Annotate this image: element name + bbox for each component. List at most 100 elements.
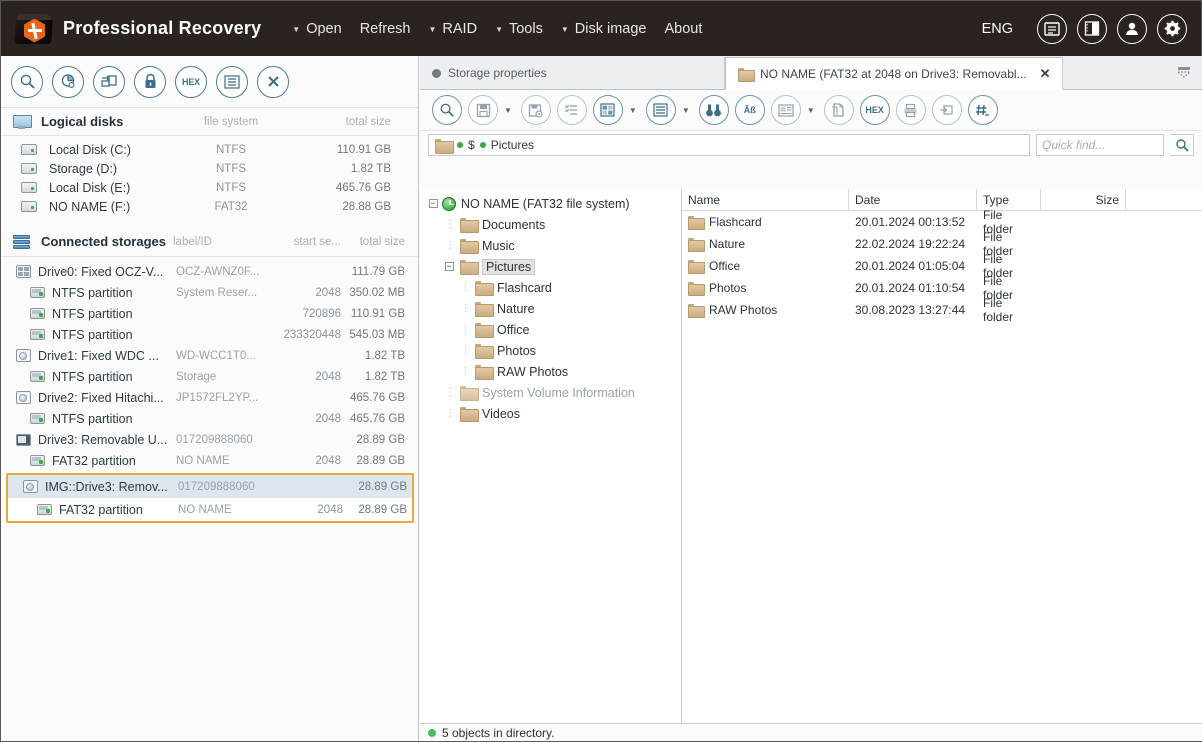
storage-row[interactable]: Drive3: Removable U... 017209888060 28.8… bbox=[1, 429, 418, 450]
chevron-down-icon[interactable]: ▼ bbox=[807, 106, 815, 115]
export-icon[interactable] bbox=[931, 95, 962, 125]
storage-row[interactable]: IMG::Drive3: Remov... 017209888060 28.89… bbox=[8, 475, 412, 498]
table-row[interactable]: Nature 22.02.2024 19:22:24 File folder bbox=[682, 230, 1202, 258]
search-input[interactable]: Quick find... bbox=[1036, 134, 1164, 156]
logical-disk-row[interactable]: Local Disk (E:) NTFS 465.76 GB bbox=[1, 178, 418, 197]
column-header-name[interactable]: Name bbox=[682, 188, 849, 211]
notes-icon[interactable] bbox=[1037, 13, 1067, 44]
preview-icon[interactable] bbox=[770, 95, 801, 125]
partition-icon bbox=[27, 329, 47, 340]
search-icon[interactable] bbox=[1170, 134, 1194, 156]
storage-row[interactable]: Drive2: Fixed Hitachi... JP1572FL2YP... … bbox=[1, 387, 418, 408]
storage-start-sector: 2048 bbox=[315, 454, 341, 467]
text-search-icon[interactable]: Āß bbox=[734, 95, 765, 125]
tree-item-photos[interactable]: ⋮ Photos bbox=[420, 340, 681, 361]
copy-file-icon[interactable] bbox=[823, 95, 854, 125]
column-header-size[interactable]: Size bbox=[1041, 188, 1126, 211]
folder-icon bbox=[475, 365, 494, 380]
tab-no-name-fat32[interactable]: NO NAME (FAT32 at 2048 on Drive3: Remova… bbox=[725, 57, 1064, 90]
lock-icon[interactable] bbox=[134, 65, 166, 98]
tree-item-documents[interactable]: ⋮ Documents bbox=[420, 214, 681, 235]
storage-row[interactable]: NTFS partition 233320448 545.03 MB bbox=[1, 324, 418, 345]
language-selector[interactable]: ENG bbox=[982, 21, 1013, 37]
storage-row[interactable]: Drive0: Fixed OCZ-V... OCZ-AWNZ0F... 111… bbox=[1, 261, 418, 282]
storage-size: 28.89 GB bbox=[358, 480, 407, 493]
storage-row[interactable]: NTFS partition 2048 465.76 GB bbox=[1, 408, 418, 429]
chevron-down-icon[interactable]: ▼ bbox=[682, 106, 690, 115]
tree-item-music[interactable]: ⋮ Music bbox=[420, 235, 681, 256]
menu-disk-image[interactable]: ▼ Disk image bbox=[552, 17, 656, 41]
tree-item-label: RAW Photos bbox=[497, 364, 569, 379]
find-icon[interactable] bbox=[698, 95, 729, 125]
tree-item-flashcard[interactable]: ⋮ Flashcard bbox=[420, 277, 681, 298]
checklist-icon[interactable] bbox=[556, 95, 587, 125]
numbering-icon[interactable] bbox=[967, 95, 998, 125]
hex-icon[interactable]: HEX bbox=[859, 95, 890, 125]
storage-size: 465.76 GB bbox=[350, 412, 405, 425]
file-date: 30.08.2023 13:27:44 bbox=[855, 303, 966, 317]
tree-item-videos[interactable]: ⋮ Videos bbox=[420, 403, 681, 424]
menu-raid[interactable]: ▼ RAID bbox=[419, 17, 486, 41]
explore-icon[interactable] bbox=[432, 95, 462, 125]
disk-file-system: NTFS bbox=[215, 181, 247, 194]
save-icon[interactable] bbox=[468, 95, 498, 125]
storage-stack-icon bbox=[13, 234, 33, 249]
tab-overflow-icon[interactable] bbox=[1176, 66, 1192, 81]
print-icon[interactable] bbox=[895, 95, 926, 125]
analyze-disk-icon[interactable] bbox=[52, 65, 84, 98]
breadcrumb-segment-root[interactable]: $ bbox=[468, 138, 475, 152]
storage-row[interactable]: Drive1: Fixed WDC ... WD-WCC1T0... 1.82 … bbox=[1, 345, 418, 366]
tab-storage-properties[interactable]: Storage properties bbox=[420, 57, 725, 89]
tree-item-raw-photos[interactable]: ⋮ RAW Photos bbox=[420, 361, 681, 382]
disk-file-system: FAT32 bbox=[214, 200, 248, 213]
clone-icon[interactable] bbox=[93, 65, 125, 98]
breadcrumb-segment-pictures[interactable]: Pictures bbox=[491, 138, 534, 152]
user-icon[interactable] bbox=[1117, 13, 1147, 44]
expander-minus-icon[interactable]: − bbox=[442, 262, 456, 271]
expander-minus-icon[interactable]: − bbox=[426, 199, 440, 208]
storage-row[interactable]: FAT32 partition NO NAME 2048 28.89 GB bbox=[8, 498, 412, 521]
tree-item-office[interactable]: ⋮ Office bbox=[420, 319, 681, 340]
grid-view-icon[interactable] bbox=[592, 95, 623, 125]
gear-icon[interactable] bbox=[1157, 13, 1187, 44]
table-row[interactable]: Office 20.01.2024 01:05:04 File folder bbox=[682, 252, 1202, 280]
table-row[interactable]: Flashcard 20.01.2024 00:13:52 File folde… bbox=[682, 208, 1202, 236]
storage-row[interactable]: NTFS partition 720896 110.91 GB bbox=[1, 303, 418, 324]
close-icon[interactable] bbox=[257, 65, 289, 98]
save-options-icon[interactable] bbox=[520, 95, 551, 125]
close-icon[interactable]: ✕ bbox=[1040, 66, 1051, 82]
logical-disks-header: Logical disks file system total size bbox=[1, 108, 418, 136]
list-icon[interactable] bbox=[216, 65, 248, 98]
menu-about[interactable]: About bbox=[655, 17, 711, 41]
file-type: File folder bbox=[983, 296, 1014, 324]
chevron-down-icon[interactable]: ▼ bbox=[504, 106, 512, 115]
menu-tools[interactable]: ▼ Tools bbox=[486, 17, 552, 41]
drive-icon bbox=[21, 182, 43, 193]
hex-icon[interactable]: HEX bbox=[175, 65, 207, 98]
tree-item-pictures[interactable]: − Pictures bbox=[420, 256, 681, 277]
breadcrumb[interactable]: $ Pictures bbox=[428, 134, 1030, 156]
storage-name: FAT32 partition bbox=[52, 453, 136, 468]
folder-icon bbox=[475, 302, 494, 317]
storage-row[interactable]: FAT32 partition NO NAME 2048 28.89 GB bbox=[1, 450, 418, 471]
logical-disk-row[interactable]: Storage (D:) NTFS 1.82 TB bbox=[1, 159, 418, 178]
storage-row[interactable]: NTFS partition System Reser... 2048 350.… bbox=[1, 282, 418, 303]
tree-item-nature[interactable]: ⋮ Nature bbox=[420, 298, 681, 319]
storage-row[interactable]: NTFS partition Storage 2048 1.82 TB bbox=[1, 366, 418, 387]
menu-refresh[interactable]: Refresh bbox=[351, 17, 420, 41]
table-row[interactable]: Photos 20.01.2024 01:10:54 File folder bbox=[682, 274, 1202, 302]
panel-layout-icon[interactable] bbox=[1077, 13, 1107, 44]
column-header-date[interactable]: Date bbox=[849, 188, 977, 211]
tree-item-system-volume-information[interactable]: ⋮ System Volume Information bbox=[420, 382, 681, 403]
storage-size: 1.82 TB bbox=[364, 370, 405, 383]
tree-item-label: Videos bbox=[482, 406, 520, 421]
logical-disk-row[interactable]: Local Disk (C:) NTFS 110.91 GB bbox=[1, 140, 418, 159]
list-view-icon[interactable] bbox=[645, 95, 676, 125]
logical-disk-row[interactable]: NO NAME (F:) FAT32 28.88 GB bbox=[1, 197, 418, 216]
tree-item-volume[interactable]: − NO NAME (FAT32 file system) bbox=[420, 193, 681, 214]
usb-icon bbox=[13, 433, 33, 446]
table-row[interactable]: RAW Photos 30.08.2023 13:27:44 File fold… bbox=[682, 296, 1202, 324]
explore-icon[interactable] bbox=[11, 65, 43, 98]
chevron-down-icon[interactable]: ▼ bbox=[629, 106, 637, 115]
menu-open[interactable]: ▼ Open bbox=[283, 17, 350, 41]
